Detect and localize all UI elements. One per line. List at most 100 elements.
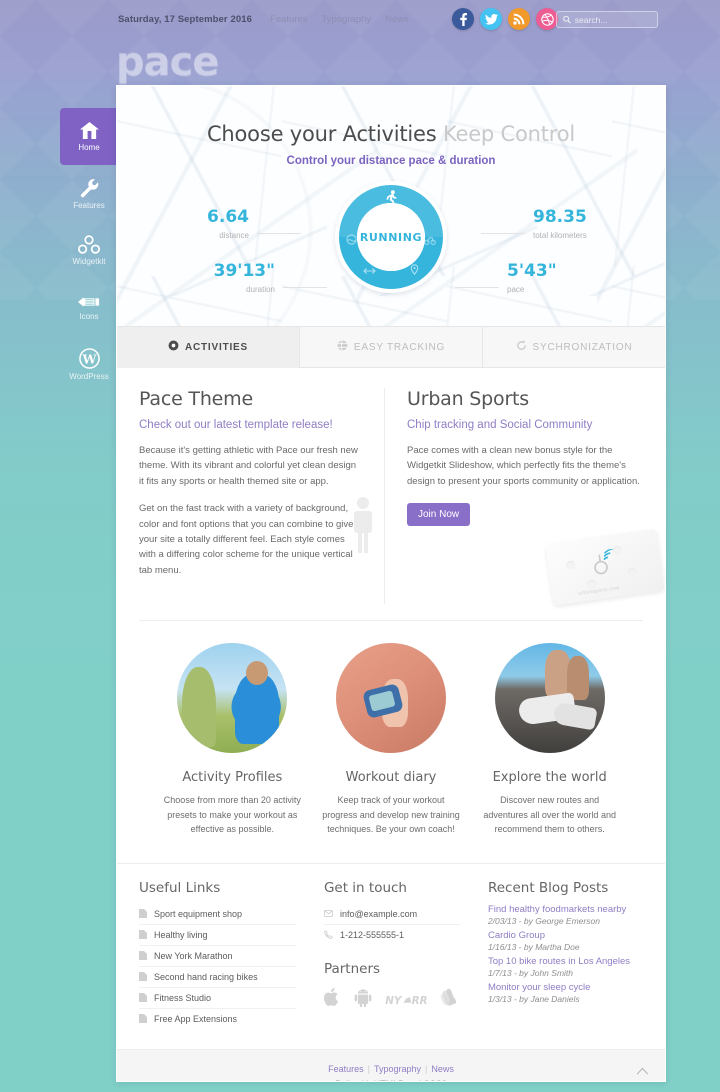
list-item: Cardio Group 1/16/13 - by Martha Doe xyxy=(488,930,643,952)
sidebar-item-icons[interactable]: Icons xyxy=(60,279,118,336)
sidebar-item-widgetkit[interactable]: Widgetkit xyxy=(60,222,118,279)
sidebar-item-features[interactable]: Features xyxy=(60,165,118,222)
sidebar-item-home[interactable]: Home xyxy=(60,108,125,165)
card-dot xyxy=(627,567,638,578)
list-item[interactable]: Fitness Studio xyxy=(139,988,296,1009)
contact-list: info@example.com 1-212-555555-1 xyxy=(323,904,460,945)
list-item-label: Fitness Studio xyxy=(154,992,212,1003)
stat-duration: 39'13" duration xyxy=(165,263,327,294)
blog-post-meta: 1/3/13 - by Jane Daniels xyxy=(487,993,580,1004)
running-shoes-photo xyxy=(494,643,605,753)
blog-post-meta: 1/16/13 - by Martha Doe xyxy=(487,941,580,952)
bottom-nav-item-news[interactable]: News xyxy=(431,1064,454,1074)
bottom-nav-item-features[interactable]: Features xyxy=(328,1064,364,1074)
partners-title: Partners xyxy=(323,960,381,977)
stat-total-kilometers: 98.35 total kilometers xyxy=(481,209,643,240)
recent-blog-posts-widget: Recent Blog Posts Find healthy foodmarke… xyxy=(474,880,643,1029)
home-icon xyxy=(79,121,100,140)
contact-email[interactable]: info@example.com xyxy=(323,904,460,925)
sidebar-item-label: Home xyxy=(78,143,100,152)
stopwatch-photo xyxy=(336,643,446,753)
list-item-label: Free App Extensions xyxy=(154,1013,238,1024)
sidebar-item-wordpress[interactable]: W WordPress xyxy=(60,336,118,393)
footer-widgets: Useful Links Sport equipment shop Health… xyxy=(117,862,665,1049)
tab-label: SYCHRONIZATION xyxy=(532,341,633,353)
list-item[interactable]: Free App Extensions xyxy=(139,1009,296,1029)
stat-key: distance xyxy=(219,231,249,240)
tab-easy-tracking[interactable]: EASY TRACKING xyxy=(300,327,483,368)
column-title: Urban Sports xyxy=(407,388,530,410)
email-value: info@example.com xyxy=(339,908,418,919)
search-box[interactable] xyxy=(556,11,658,28)
rss-icon[interactable] xyxy=(508,8,530,30)
feature-text: Choose from more than 20 activity preset… xyxy=(163,795,301,835)
column-pace-theme: Pace Theme Check out our latest template… xyxy=(117,388,385,604)
blog-post-link[interactable]: Cardio Group xyxy=(488,930,643,941)
list-item[interactable]: Second hand racing bikes xyxy=(139,967,296,988)
pencil-icon xyxy=(78,295,100,309)
wordpress-icon: W xyxy=(78,348,100,369)
cycling-icon[interactable] xyxy=(424,232,436,250)
apple-logo-icon xyxy=(323,987,341,1012)
blog-post-link[interactable]: Find healthy foodmarkets nearby xyxy=(488,904,643,915)
bottom-bar: Features|Typography|News Built with HTML… xyxy=(117,1048,665,1081)
top-bar: Saturday, 17 September 2016 Features Typ… xyxy=(0,0,720,38)
feature-title: Explore the world xyxy=(492,770,607,785)
page-icon xyxy=(139,909,147,919)
list-item[interactable]: Sport equipment shop xyxy=(139,904,296,925)
column-subtitle: Chip tracking and Social Community xyxy=(407,419,593,431)
feature-cards: Activity Profiles Choose from more than … xyxy=(139,620,643,863)
nav-separator: | xyxy=(425,1063,428,1074)
stat-key: total kilometers xyxy=(533,231,587,240)
stat-connector xyxy=(455,287,499,288)
swimming-icon[interactable] xyxy=(346,232,357,250)
list-item[interactable]: New York Marathon xyxy=(139,946,296,967)
stat-distance: 6.64 distance xyxy=(139,207,301,240)
distance-icon[interactable] xyxy=(363,262,376,280)
envelope-icon xyxy=(324,910,333,918)
blog-post-link[interactable]: Monitor your sleep cycle xyxy=(488,982,643,993)
to-top-icon[interactable] xyxy=(636,1064,649,1077)
location-icon[interactable] xyxy=(410,262,419,280)
page-icon xyxy=(139,1014,147,1024)
activity-dial[interactable]: RUNNING xyxy=(335,181,447,293)
useful-links-list: Sport equipment shop Healthy living New … xyxy=(139,904,296,1029)
blog-post-link[interactable]: Top 10 bike routes in Los Angeles xyxy=(488,956,643,967)
nodes-icon xyxy=(78,235,100,254)
stat-value: 6.64 xyxy=(207,207,249,227)
top-nav-item-news[interactable]: News xyxy=(385,14,409,25)
twitter-icon[interactable] xyxy=(480,8,502,30)
search-icon xyxy=(563,15,571,24)
contact-phone[interactable]: 1-212-555555-1 xyxy=(324,925,460,945)
list-item[interactable]: Healthy living xyxy=(139,925,296,946)
widget-title: Get in touch xyxy=(323,879,407,896)
list-item-label: Second hand racing bikes xyxy=(154,971,258,982)
hero-section: Choose your Activities Keep Control Cont… xyxy=(117,86,665,326)
site-logo[interactable]: pace xyxy=(116,42,219,82)
blog-post-meta: 2/03/13 - by George Emerson xyxy=(487,915,600,926)
stat-key: duration xyxy=(246,285,275,294)
feature-card: Activity Profiles Choose from more than … xyxy=(153,643,312,837)
list-item-label: Healthy living xyxy=(154,929,208,940)
stat-pace: 5'43" pace xyxy=(455,263,617,294)
running-icon[interactable] xyxy=(385,190,398,209)
blog-post-list: Find healthy foodmarkets nearby 2/03/13 … xyxy=(488,904,643,1004)
feature-text: Keep track of your workout progress and … xyxy=(322,795,460,835)
list-item-label: New York Marathon xyxy=(154,950,233,961)
join-now-button[interactable]: Join Now xyxy=(407,503,471,527)
page-icon xyxy=(139,993,147,1003)
bottom-nav-item-typography[interactable]: Typography xyxy=(374,1064,421,1074)
dial-ring: RUNNING xyxy=(339,185,443,289)
search-input[interactable] xyxy=(574,14,651,25)
feature-title: Activity Profiles xyxy=(182,770,283,785)
tab-sychronization[interactable]: SYCHRONIZATION xyxy=(483,327,665,368)
list-item-label: Sport equipment shop xyxy=(154,908,243,919)
nbc-peacock-logo-icon xyxy=(440,988,460,1012)
dribbble-icon[interactable] xyxy=(536,8,558,30)
top-nav-item-typography[interactable]: Typography xyxy=(322,14,372,25)
tab-activities[interactable]: ACTIVITIES xyxy=(117,327,300,368)
widget-title: Recent Blog Posts xyxy=(487,879,609,896)
svg-text:W: W xyxy=(81,351,97,366)
top-nav-item-features[interactable]: Features xyxy=(270,14,308,25)
facebook-icon[interactable] xyxy=(452,8,474,30)
